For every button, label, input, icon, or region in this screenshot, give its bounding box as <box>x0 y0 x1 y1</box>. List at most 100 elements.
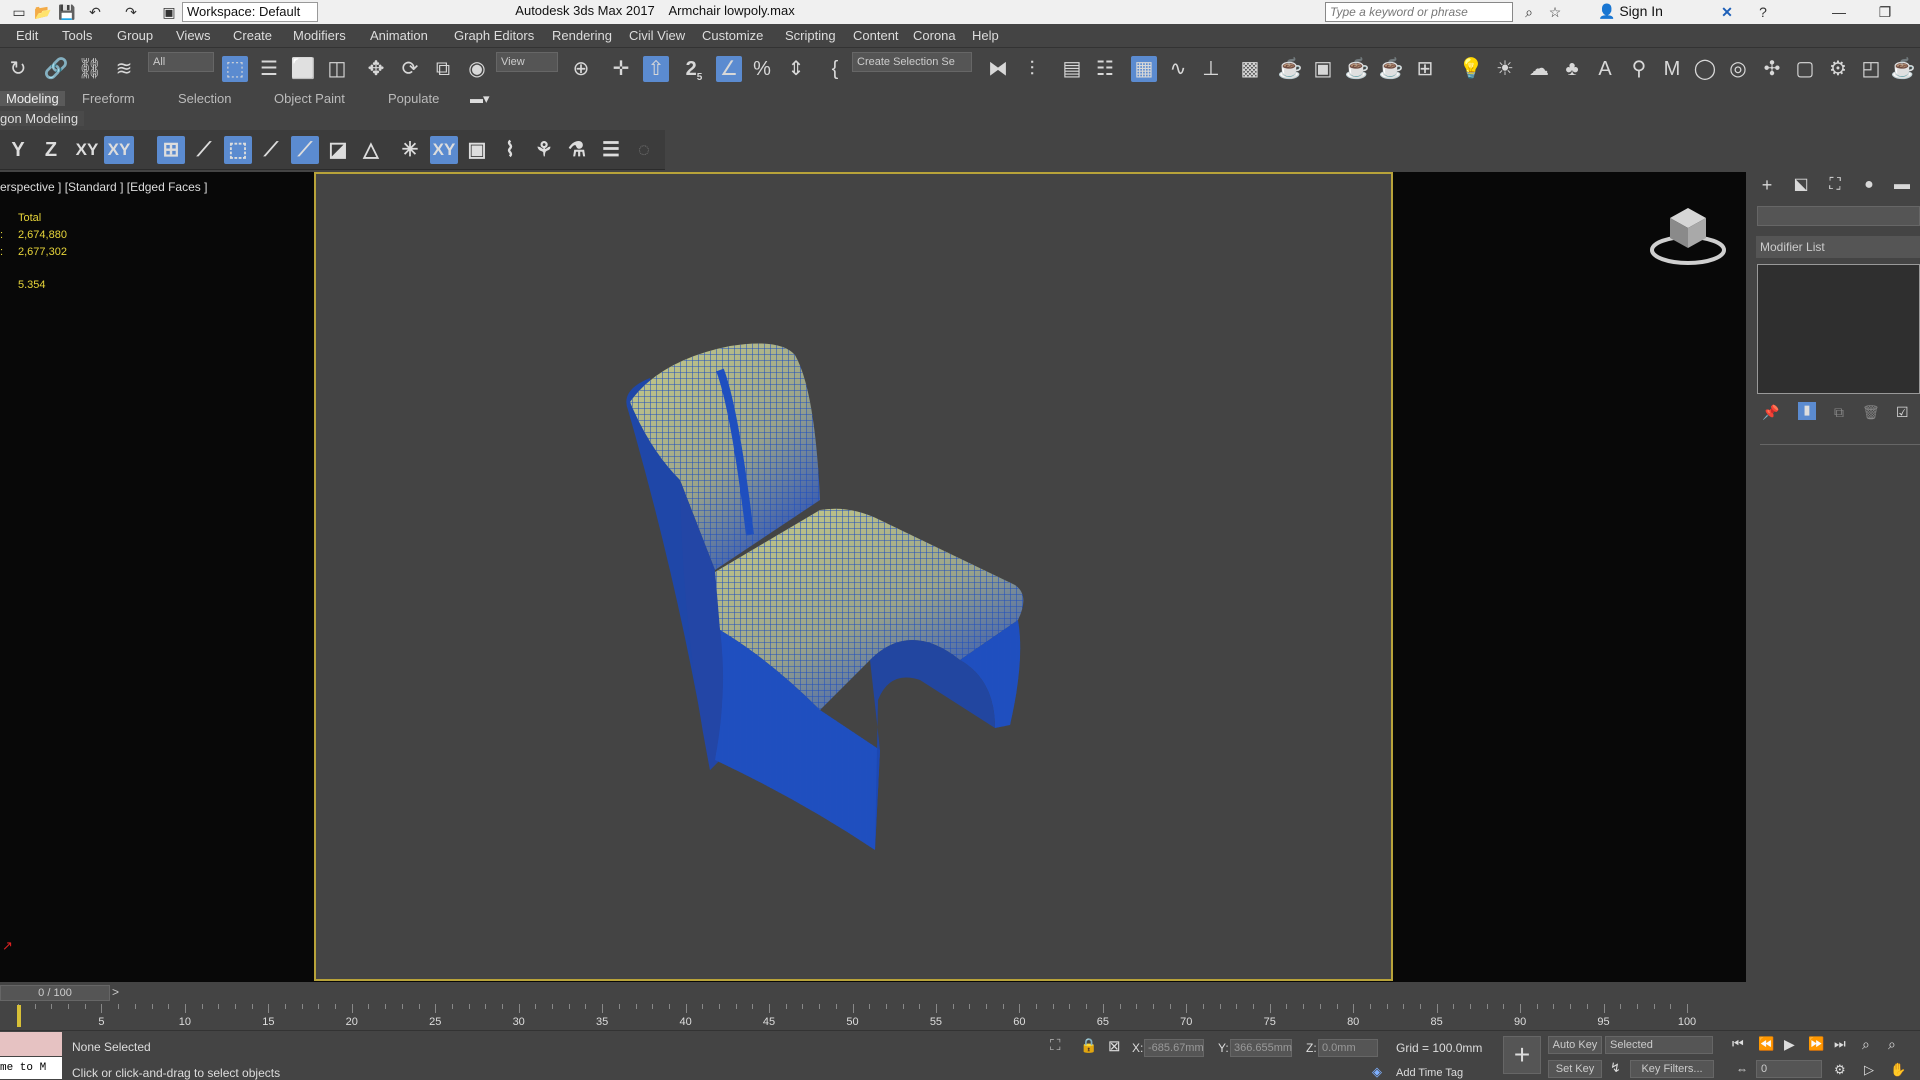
hierarchy-tab-icon[interactable]: ⛶ <box>1822 172 1848 198</box>
array-icon[interactable]: ⚘ <box>530 136 558 164</box>
redo-toolbar-icon[interactable]: ↻ <box>5 56 31 82</box>
spinner-snap-icon[interactable]: ⇕ <box>783 56 809 82</box>
corona-proxy-icon[interactable]: ☁ <box>1526 56 1552 82</box>
vertex-snap-icon[interactable]: ⬚ <box>224 136 252 164</box>
face-snap-icon[interactable]: ⟋ <box>291 136 319 164</box>
time-tag-icon[interactable]: ◈ <box>1372 1064 1382 1080</box>
key-mode-icon[interactable]: ↯ <box>1610 1060 1621 1076</box>
menu-create[interactable]: Create <box>233 28 272 43</box>
rect-selection-icon[interactable]: ⬜ <box>290 56 316 82</box>
corona-convert-icon[interactable]: ⚙ <box>1825 56 1851 82</box>
bind-spacewarp-icon[interactable]: ≋ <box>111 56 137 82</box>
menu-views[interactable]: Views <box>176 28 210 43</box>
viewcube[interactable] <box>1648 204 1728 270</box>
add-time-tag[interactable]: Add Time Tag <box>1396 1067 1463 1079</box>
menu-customize[interactable]: Customize <box>702 28 763 43</box>
mirror-icon[interactable]: ⧓ <box>985 56 1011 82</box>
lock-selection-icon[interactable]: 🔒 <box>1080 1037 1097 1054</box>
display-tab-icon[interactable]: ▬ <box>1889 172 1915 198</box>
z-coord-field[interactable]: 0.0mm <box>1318 1039 1378 1057</box>
window-crossing-icon[interactable]: ◫ <box>324 56 350 82</box>
pan-icon[interactable]: ✋ <box>1890 1062 1906 1078</box>
menu-help[interactable]: Help <box>972 28 999 43</box>
corona-settings-icon[interactable]: ✣ <box>1759 56 1785 82</box>
tab-freeform[interactable]: Freeform <box>82 91 135 106</box>
align-icon[interactable]: ⫶ <box>1019 56 1045 82</box>
keyboard-shortcut-icon[interactable]: ⇧ <box>643 56 669 82</box>
orbit-icon[interactable]: ▷ <box>1864 1062 1874 1078</box>
ribbon-panel-title[interactable]: gon Modeling <box>0 111 85 126</box>
absolute-mode-icon[interactable]: ⊠ <box>1108 1037 1121 1055</box>
corona-scatter-icon[interactable]: ♣ <box>1559 56 1585 82</box>
corona-frame-icon[interactable]: ▢ <box>1792 56 1818 82</box>
go-to-start-icon[interactable]: ⏮ <box>1732 1036 1744 1052</box>
layer-stack-icon[interactable]: ☰ <box>597 136 625 164</box>
make-unique-icon[interactable]: ⧉ <box>1834 404 1844 421</box>
scatter-icon[interactable]: ⌇ <box>496 136 524 164</box>
isolate-icon[interactable]: ⛶ <box>1050 1037 1061 1054</box>
key-set-dropdown[interactable]: Selected <box>1605 1036 1713 1054</box>
material-editor-icon[interactable]: ▩ <box>1237 56 1263 82</box>
tangent-snap-icon[interactable]: △ <box>357 136 385 164</box>
zoom-all-icon[interactable]: ⌕ <box>1888 1036 1896 1053</box>
show-end-result-icon[interactable]: ▮ <box>1798 402 1816 420</box>
minimize-icon[interactable]: — <box>1830 3 1848 21</box>
schematic-view-icon[interactable]: ⊥ <box>1198 56 1224 82</box>
next-frame-btn-icon[interactable]: ⏩ <box>1808 1036 1824 1052</box>
rotate-icon[interactable]: ⟳ <box>397 56 423 82</box>
menu-rendering[interactable]: Rendering <box>552 28 612 43</box>
select-by-name-icon[interactable]: ☰ <box>256 56 282 82</box>
quad-menu-icon[interactable]: ▣ <box>463 136 491 164</box>
corona-camera-icon[interactable]: ⚲ <box>1626 56 1652 82</box>
corona-text-icon[interactable]: A <box>1592 56 1618 82</box>
render-setup-icon[interactable]: ☕ <box>1277 56 1303 82</box>
corona-vfb-icon[interactable]: ◎ <box>1725 56 1751 82</box>
corona-box-icon[interactable]: ◰ <box>1858 56 1884 82</box>
link-icon[interactable]: 🔗 <box>43 56 69 82</box>
configure-sets-icon[interactable]: ☑ <box>1896 404 1909 421</box>
x-coord-field[interactable]: -685.67mm <box>1144 1039 1204 1057</box>
binoculars-icon[interactable]: ⌕ <box>1520 3 1538 21</box>
reference-coord-dropdown[interactable]: View <box>496 52 558 72</box>
corona-light-icon[interactable]: 💡 <box>1458 56 1484 82</box>
motion-tab-icon[interactable]: ● <box>1856 172 1882 198</box>
edge-snap-icon[interactable]: ⟋ <box>257 136 285 164</box>
set-key-button[interactable]: Set Key <box>1548 1060 1602 1078</box>
ribbon-options-icon[interactable]: ▬▾ <box>470 91 490 107</box>
tab-object-paint[interactable]: Object Paint <box>274 91 345 106</box>
menu-graph-editors[interactable]: Graph Editors <box>454 28 534 43</box>
menu-modifiers[interactable]: Modifiers <box>293 28 346 43</box>
search-input[interactable]: Type a keyword or phrase <box>1325 2 1513 22</box>
menu-tools[interactable]: Tools <box>62 28 92 43</box>
current-frame-marker[interactable] <box>17 1005 21 1027</box>
restore-icon[interactable]: ❐ <box>1876 3 1894 21</box>
time-slider[interactable] <box>0 984 1746 1002</box>
corona-ring-icon[interactable]: ◯ <box>1692 56 1718 82</box>
maxscript-listener[interactable]: me to M <box>0 1057 62 1079</box>
next-frame-icon[interactable]: > <box>112 985 119 999</box>
select-object-icon[interactable]: ⬚ <box>222 56 248 82</box>
go-to-end-icon[interactable]: ⏭ <box>1834 1036 1846 1052</box>
scene-explorer-icon[interactable]: ▤ <box>1059 56 1085 82</box>
menu-group[interactable]: Group <box>117 28 153 43</box>
constraint-xy-toggle[interactable]: XY <box>104 136 134 164</box>
move-icon[interactable]: ✥ <box>363 56 389 82</box>
time-slider-handle[interactable]: 0 / 100 <box>0 985 110 1001</box>
constraint-y-button[interactable]: Y <box>4 136 32 164</box>
menu-civil-view[interactable]: Civil View <box>629 28 685 43</box>
edit-named-selection-icon[interactable]: { <box>822 56 848 82</box>
render-online-icon[interactable]: ⊞ <box>1412 56 1438 82</box>
modify-tab-icon[interactable]: ⬕ <box>1788 172 1814 198</box>
corona-sun-icon[interactable]: ☀ <box>1492 56 1518 82</box>
snap-toggle-icon[interactable]: 25 <box>681 56 707 83</box>
set-key-big-button[interactable]: + <box>1503 1036 1541 1074</box>
selection-filter-dropdown[interactable]: All <box>148 52 214 72</box>
scale-icon[interactable]: ⧉ <box>430 56 456 82</box>
render-iterative-icon[interactable]: ☕ <box>1378 56 1404 82</box>
key-filters-button[interactable]: Key Filters... <box>1630 1060 1714 1078</box>
corona-material-icon[interactable]: M <box>1659 56 1685 82</box>
play-icon[interactable]: ▶ <box>1784 1036 1795 1053</box>
percent-snap-icon[interactable]: % <box>749 56 775 82</box>
star-icon[interactable]: ☆ <box>1546 3 1564 21</box>
corona-teapot-icon[interactable]: ☕ <box>1890 56 1916 82</box>
